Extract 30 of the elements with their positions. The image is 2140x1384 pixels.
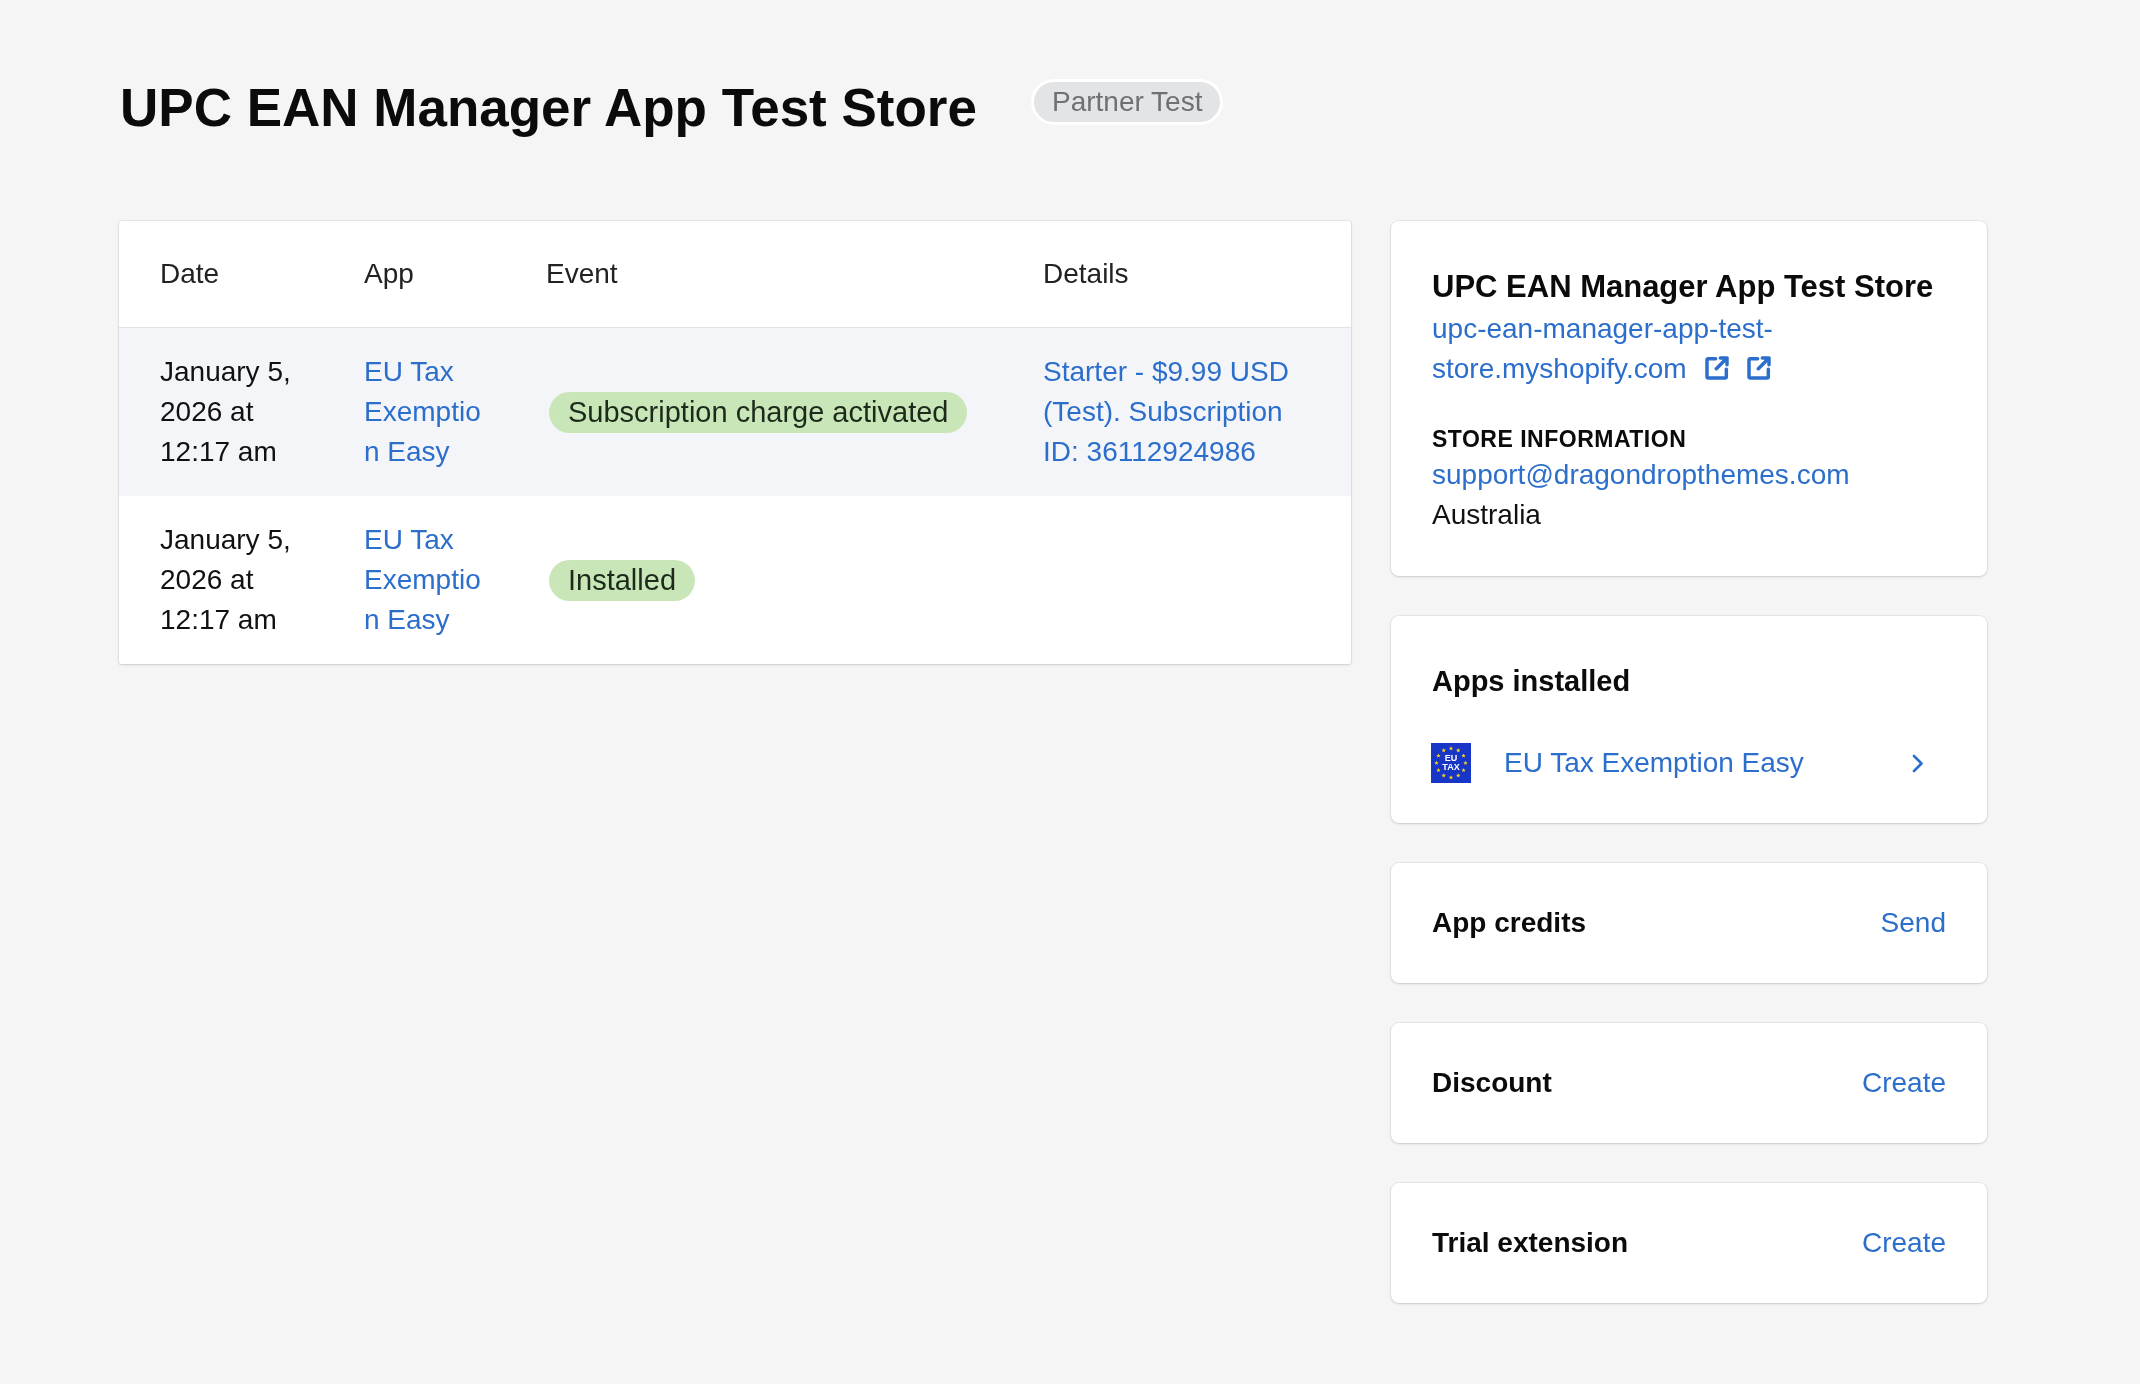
details-link[interactable]: Starter - $9.99 USD (Test). Subscription ID: 36112924986 [1043,352,1310,472]
app-link[interactable]: EU Tax Exemption Easy [364,352,488,472]
action-link[interactable]: Send [1880,907,1946,939]
chevron-right-icon[interactable] [1912,753,1924,773]
column-header: Details [1043,257,1129,291]
store-type-badge: Partner Test [1030,79,1224,125]
store-url-link[interactable]: upc-ean-manager-app-test-store.myshopify.com [1432,309,1946,389]
app-logo: EU TAX [1431,743,1471,783]
card-title: App credits [1432,907,1587,939]
column-header: App [364,257,414,291]
country-text: Australia [1432,498,1542,532]
section-label: STORE INFORMATION [1432,425,1688,454]
app-link[interactable]: EU Tax Exemption Easy [364,520,488,640]
date-text: January 5, 2026 at 12:17 am [160,355,292,469]
external-link-icon[interactable] [1746,356,1771,380]
card-title: Apps installed [1432,664,1632,699]
page-title: UPC EAN Manager App Test Store [119,77,977,139]
card-title: UPC EAN Manager App Test Store [1432,268,1935,306]
card-title: Trial extension [1432,1227,1629,1259]
status-badge: Installed [549,559,695,601]
email-link[interactable]: support@dragondropthemes.com [1432,455,1946,495]
status-badge: Subscription charge activated [549,391,968,433]
date-text: January 5, 2026 at 12:17 am [160,523,292,637]
external-link-icon[interactable] [1704,356,1729,380]
app-link[interactable]: EU Tax Exemption Easy [1504,743,1912,783]
action-link[interactable]: Create [1861,1227,1946,1259]
column-header: Event [546,257,618,291]
card-title: Discount [1432,1067,1552,1099]
column-header: Date [160,257,220,291]
action-link[interactable]: Create [1861,1067,1946,1099]
